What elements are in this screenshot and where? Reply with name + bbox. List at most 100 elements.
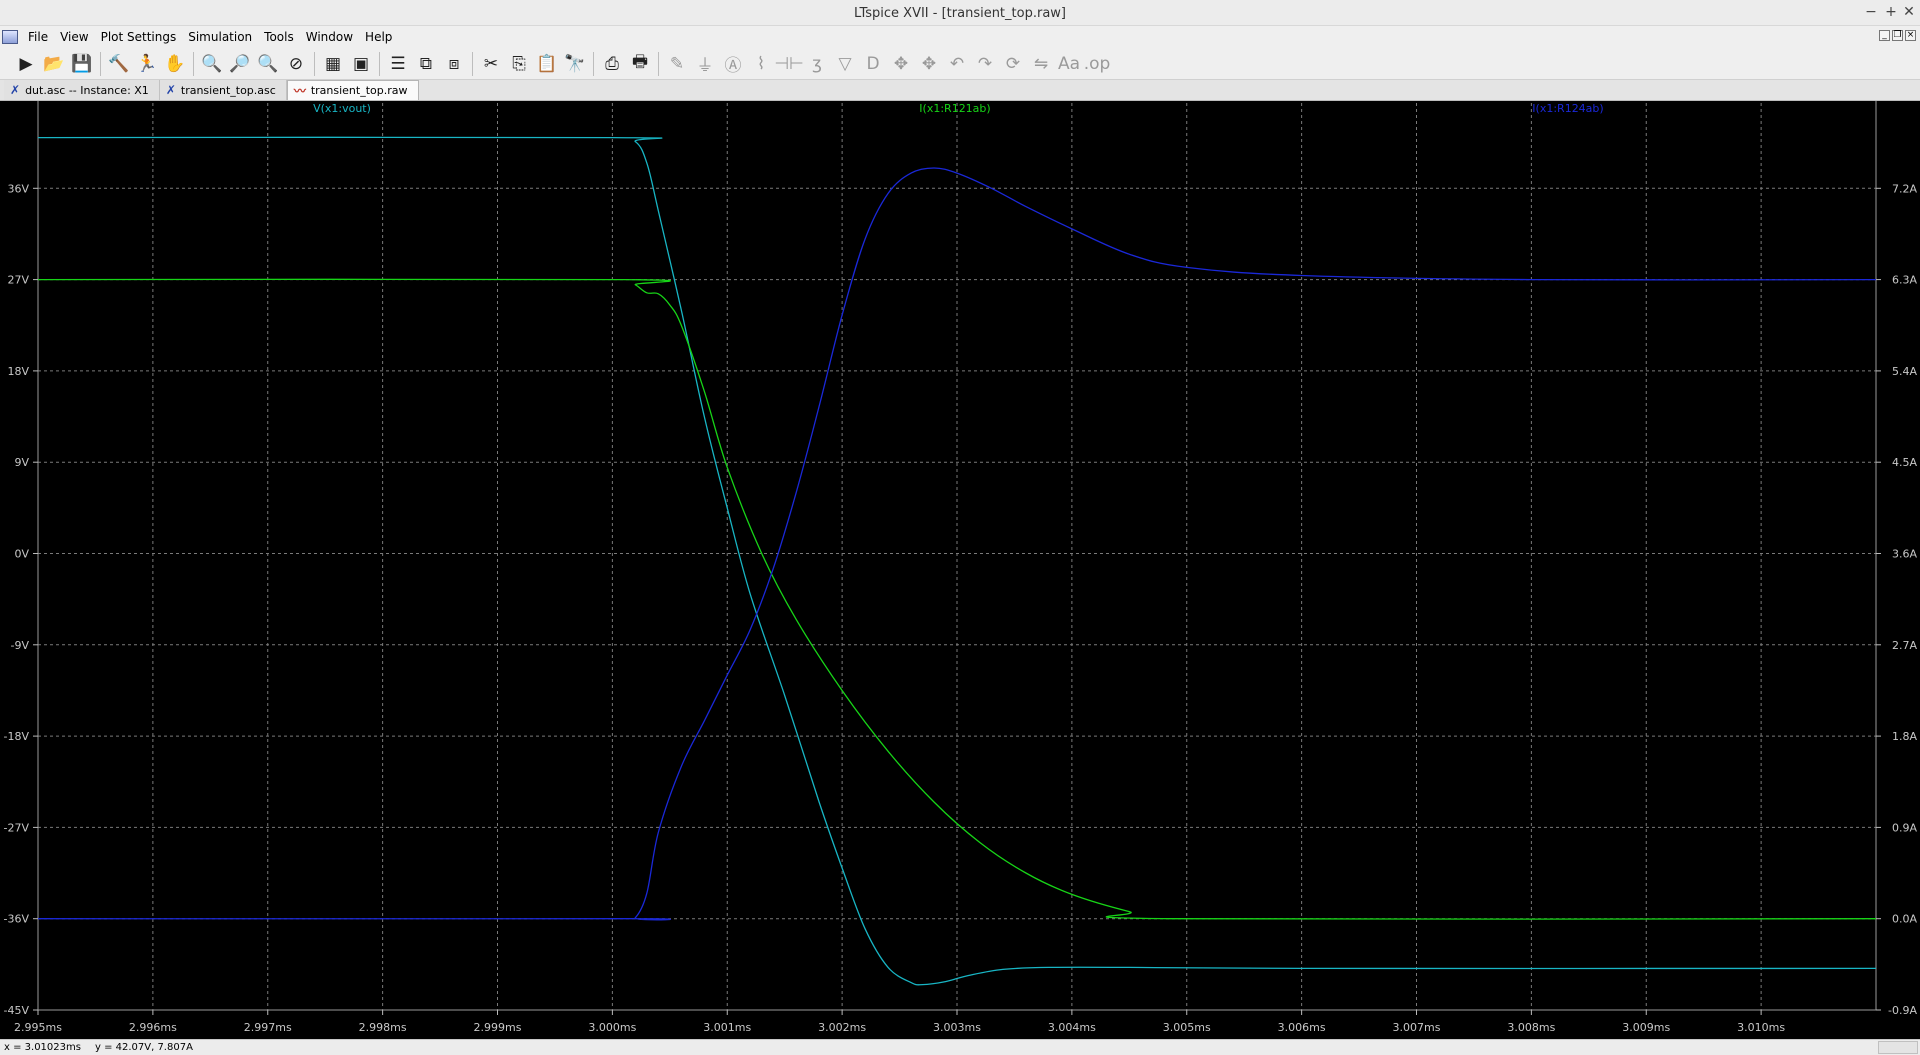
run-icon[interactable]: ▶ — [12, 50, 40, 78]
left-tick-label: 27V — [7, 274, 29, 287]
close-button[interactable]: ✕ — [1898, 4, 1920, 20]
x-tick-label: 2.999ms — [474, 1021, 522, 1034]
x-tick-label: 2.997ms — [244, 1021, 292, 1034]
right-tick-label: 3.6A — [1892, 548, 1917, 561]
left-tick-label: -45V — [4, 1004, 30, 1017]
right-tick-label: 4.5A — [1892, 456, 1917, 469]
mdi-close-icon[interactable]: × — [1905, 30, 1916, 41]
right-tick-label: 0.9A — [1892, 821, 1917, 834]
open-icon[interactable]: 📂 — [40, 50, 68, 78]
undo-icon[interactable]: ↶ — [943, 50, 971, 78]
redo-icon[interactable]: ↷ — [971, 50, 999, 78]
control-panel-icon[interactable]: 🔨 — [105, 50, 133, 78]
autorange-icon[interactable]: ▦ — [319, 50, 347, 78]
resistor-icon[interactable]: ⌇ — [747, 50, 775, 78]
save-icon[interactable]: 💾 — [68, 50, 96, 78]
waveform-plot[interactable]: 45V 36V 27V 18V 9V 0V -9V -18V -27V -36V -45V 8.1A 7… — [0, 91, 1920, 1039]
tile-horizontal-icon[interactable]: ☰ — [384, 50, 412, 78]
tab-transient-top-asc[interactable]: ✗ transient_top.asc — [159, 80, 287, 100]
left-tick-label: 0V — [14, 548, 29, 561]
zoom-in-icon[interactable]: 🔍 — [198, 50, 226, 78]
resize-grip[interactable] — [1878, 1041, 1918, 1054]
zoom-out-icon[interactable]: 🔎 — [226, 50, 254, 78]
toolbar-separator — [100, 51, 101, 76]
trace-label[interactable]: V(x1:vout) — [313, 102, 371, 115]
label-net-icon[interactable]: Ⓐ — [719, 50, 747, 78]
menu-simulation[interactable]: Simulation — [182, 30, 258, 44]
zoom-fit-icon[interactable]: ⊘ — [282, 50, 310, 78]
rotate-icon[interactable]: ⟳ — [999, 50, 1027, 78]
right-tick-label: -0.9A — [1888, 1004, 1917, 1017]
ground-icon[interactable]: ⏚ — [691, 50, 719, 78]
right-tick-label: 6.3A — [1892, 274, 1917, 287]
right-tick-label: 2.7A — [1892, 639, 1917, 652]
left-tick-label: 36V — [7, 182, 29, 195]
x-tick-label: 3.007ms — [1393, 1021, 1441, 1034]
minimize-button[interactable]: − — [1860, 4, 1882, 20]
schematic-icon: ✗ — [10, 83, 21, 97]
toolbar-separator — [658, 51, 659, 76]
x-tick-label: 3.002ms — [818, 1021, 866, 1034]
trace-label[interactable]: I(x1:R124ab) — [1532, 102, 1603, 115]
menu-plot-settings[interactable]: Plot Settings — [95, 30, 183, 44]
toolbar: ▶ 📂 💾 🔨 🏃 ✋ 🔍 🔎 🔍 ⊘ ▦ ▣ ☰ ⧉ ⧈ ✂ ⎘ 📋 🔭 ⎙ 🖶 ✎ ⏚ Ⓐ ⌇ ⊣⊢ ʒ ▽ D ✥ ✥ ↶ ↷ ⟳ ⇋ Aa .o… — [0, 48, 1920, 80]
tab-transient-top-raw[interactable]: 〰 transient_top.raw — [286, 80, 419, 100]
wire-icon[interactable]: ✎ — [663, 50, 691, 78]
cursor-x-readout: x = 3.01023ms — [4, 1042, 81, 1053]
document-tabs: ✗ dut.asc -- Instance: X1 ✗ transient_top.a… — [0, 80, 1920, 101]
x-tick-label: 3.000ms — [588, 1021, 636, 1034]
copy-icon[interactable]: ⎘ — [505, 50, 533, 78]
tab-label: transient_top.asc — [180, 83, 276, 97]
tab-label: transient_top.raw — [310, 84, 408, 97]
app-icon[interactable] — [2, 30, 18, 44]
left-tick-label: 18V — [7, 365, 29, 378]
toolbar-separator — [379, 51, 380, 76]
left-tick-label: -9V — [11, 639, 30, 652]
menu-help[interactable]: Help — [359, 30, 398, 44]
left-tick-label: -18V — [4, 730, 30, 743]
print-setup-icon[interactable]: 🖶 — [626, 50, 654, 78]
menu-bar: File View Plot Settings Simulation Tools… — [0, 26, 1920, 48]
tile-vertical-icon[interactable]: ⧈ — [440, 50, 468, 78]
trace-label[interactable]: I(x1:R121ab) — [919, 102, 990, 115]
zoom-back-icon[interactable]: 🔍 — [254, 50, 282, 78]
x-tick-label: 3.001ms — [703, 1021, 751, 1034]
capacitor-icon[interactable]: ⊣⊢ — [774, 50, 804, 78]
find-icon[interactable]: 🔭 — [561, 50, 589, 78]
menu-window[interactable]: Window — [300, 30, 359, 44]
inductor-icon[interactable]: ʒ — [803, 50, 831, 78]
status-bar: x = 3.01023ms y = 42.07V, 7.807A — [0, 1039, 1920, 1055]
print-icon[interactable]: ⎙ — [598, 50, 626, 78]
mdi-restore-icon[interactable]: ❐ — [1892, 30, 1903, 41]
menu-view[interactable]: View — [54, 30, 94, 44]
left-tick-label: 45V — [7, 101, 29, 104]
halt-icon[interactable]: 🏃 — [133, 50, 161, 78]
x-tick-label: 3.008ms — [1507, 1021, 1555, 1034]
waveform-viewer[interactable]: 45V 36V 27V 18V 9V 0V -9V -18V -27V -36V -45V 8.1A 7… — [0, 91, 1920, 1039]
cascade-icon[interactable]: ⧉ — [412, 50, 440, 78]
paste-icon[interactable]: 📋 — [533, 50, 561, 78]
right-tick-label: 7.2A — [1892, 182, 1917, 195]
left-tick-label: -27V — [4, 821, 30, 834]
cut-icon[interactable]: ✂ — [477, 50, 505, 78]
x-tick-label: 3.004ms — [1048, 1021, 1096, 1034]
tab-dut-asc-instance-x1[interactable]: ✗ dut.asc -- Instance: X1 — [4, 80, 160, 100]
spice-directive-icon[interactable]: .op — [1083, 50, 1111, 78]
text-icon[interactable]: Aa — [1055, 50, 1083, 78]
pan-hand-icon[interactable]: ✋ — [161, 50, 189, 78]
toolbar-separator — [593, 51, 594, 76]
drag-icon[interactable]: ✥ — [915, 50, 943, 78]
menu-tools[interactable]: Tools — [258, 30, 300, 44]
move-icon[interactable]: ✥ — [887, 50, 915, 78]
x-tick-label: 2.995ms — [14, 1021, 62, 1034]
mdi-minimize-icon[interactable]: _ — [1879, 30, 1890, 41]
toolbar-separator — [314, 51, 315, 76]
component-icon[interactable]: D — [859, 50, 887, 78]
cursor-y-readout: y = 42.07V, 7.807A — [94, 1042, 193, 1053]
left-tick-label: -36V — [4, 913, 30, 926]
menu-file[interactable]: File — [22, 30, 54, 44]
mirror-icon[interactable]: ⇋ — [1027, 50, 1055, 78]
diode-icon[interactable]: ▽ — [831, 50, 859, 78]
x-tick-label: 3.009ms — [1622, 1021, 1670, 1034]
fit-axes-icon[interactable]: ▣ — [347, 50, 375, 78]
